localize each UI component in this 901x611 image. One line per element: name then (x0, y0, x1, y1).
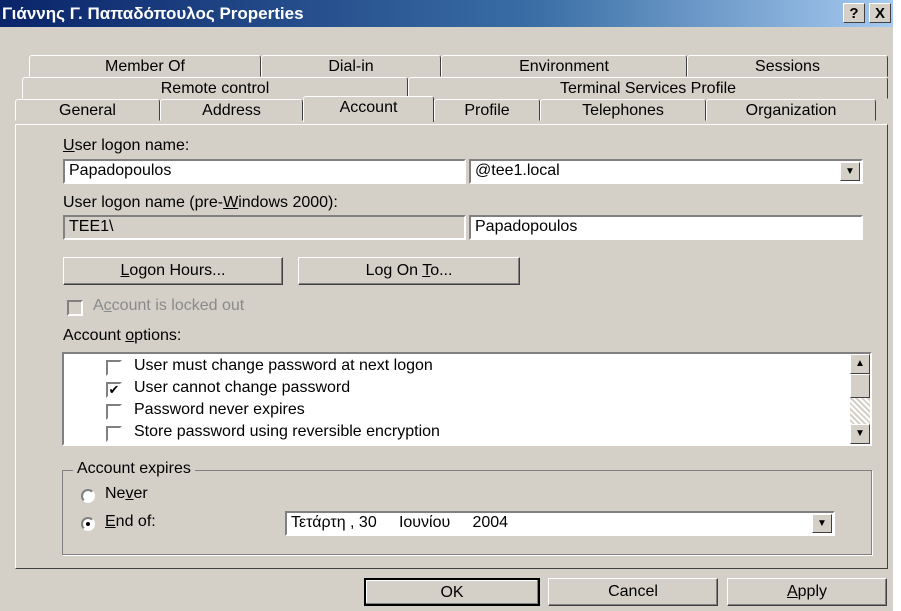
option-checkbox-never-expires[interactable] (106, 404, 122, 420)
log-on-to-button[interactable]: Log On To... (298, 257, 520, 285)
pre2000-label: User logon name (pre-Windows 2000): (63, 194, 338, 211)
domain-suffix-combo[interactable]: @tee1.local ▼ (469, 159, 863, 184)
option-checkbox-must-change[interactable] (106, 360, 122, 376)
tab-organization[interactable]: Organization (706, 99, 876, 121)
help-button[interactable]: ? (843, 3, 865, 23)
option-checkbox-reversible[interactable] (106, 426, 122, 442)
options-scrollbar[interactable]: ▲ ▼ (850, 354, 870, 444)
logon-hours-button[interactable]: Logon Hours... (63, 257, 283, 285)
account-options-label: Account options: (63, 327, 182, 344)
scroll-thumb[interactable] (850, 374, 870, 398)
check-icon: ✔ (108, 382, 120, 397)
account-expires-group: Account expires Never End of: Τετάρτη , … (62, 460, 872, 555)
account-options-list[interactable]: User must change password at next logon … (62, 352, 872, 446)
tab-account[interactable]: Account (303, 96, 434, 122)
tab-address[interactable]: Address (160, 99, 303, 121)
tab-member-of[interactable]: Member Of (29, 55, 261, 77)
ok-button[interactable]: OK (364, 578, 540, 606)
locked-out-checkbox (67, 300, 83, 316)
chevron-down-icon[interactable]: ▼ (812, 514, 832, 533)
title-bar[interactable]: Γιάννης Γ. Παπαδόπουλος Properties ? X (0, 0, 893, 27)
tab-sessions[interactable]: Sessions (687, 55, 888, 77)
chevron-down-icon[interactable]: ▼ (840, 162, 860, 181)
locked-out-label: Account is locked out (93, 297, 245, 314)
tab-profile[interactable]: Profile (434, 99, 540, 121)
tab-terminal-services-profile[interactable]: Terminal Services Profile (408, 77, 888, 99)
pre2000-logon-input[interactable]: Papadopoulos (469, 215, 863, 240)
scroll-down-icon[interactable]: ▼ (850, 424, 870, 444)
tab-dial-in[interactable]: Dial-in (261, 55, 441, 77)
option-label: Store password using reversible encrypti… (134, 423, 440, 440)
close-button[interactable]: X (869, 3, 891, 23)
end-of-label: End of: (105, 513, 156, 530)
option-label: Password never expires (134, 401, 305, 418)
logon-name-input[interactable]: Papadopoulos (63, 159, 466, 184)
account-expires-legend: Account expires (73, 460, 195, 478)
option-checkbox-cannot-change[interactable]: ✔ (106, 382, 122, 398)
never-radio[interactable] (81, 489, 95, 503)
scroll-up-icon[interactable]: ▲ (850, 354, 870, 374)
tab-general[interactable]: General (15, 99, 160, 121)
tab-environment[interactable]: Environment (441, 55, 687, 77)
pre2000-domain-field: TEE1\ (63, 215, 466, 240)
cancel-button[interactable]: Cancel (548, 578, 718, 606)
properties-dialog: Γιάννης Γ. Παπαδόπουλος Properties ? X M… (0, 0, 893, 611)
domain-suffix-value: @tee1.local (475, 162, 560, 179)
option-label: User cannot change password (134, 379, 351, 396)
option-label: User must change password at next logon (134, 357, 433, 374)
end-of-radio[interactable] (81, 517, 95, 531)
logon-name-label: User logon name: (63, 137, 190, 154)
end-date-value: Τετάρτη , 30 Ιουνίου 2004 (291, 514, 509, 531)
tab-telephones[interactable]: Telephones (540, 99, 706, 121)
never-label: Never (105, 485, 148, 502)
window-title: Γιάννης Γ. Παπαδόπουλος Properties (2, 4, 304, 23)
apply-button[interactable]: Apply (727, 578, 887, 606)
end-date-picker[interactable]: Τετάρτη , 30 Ιουνίου 2004 ▼ (285, 511, 835, 536)
